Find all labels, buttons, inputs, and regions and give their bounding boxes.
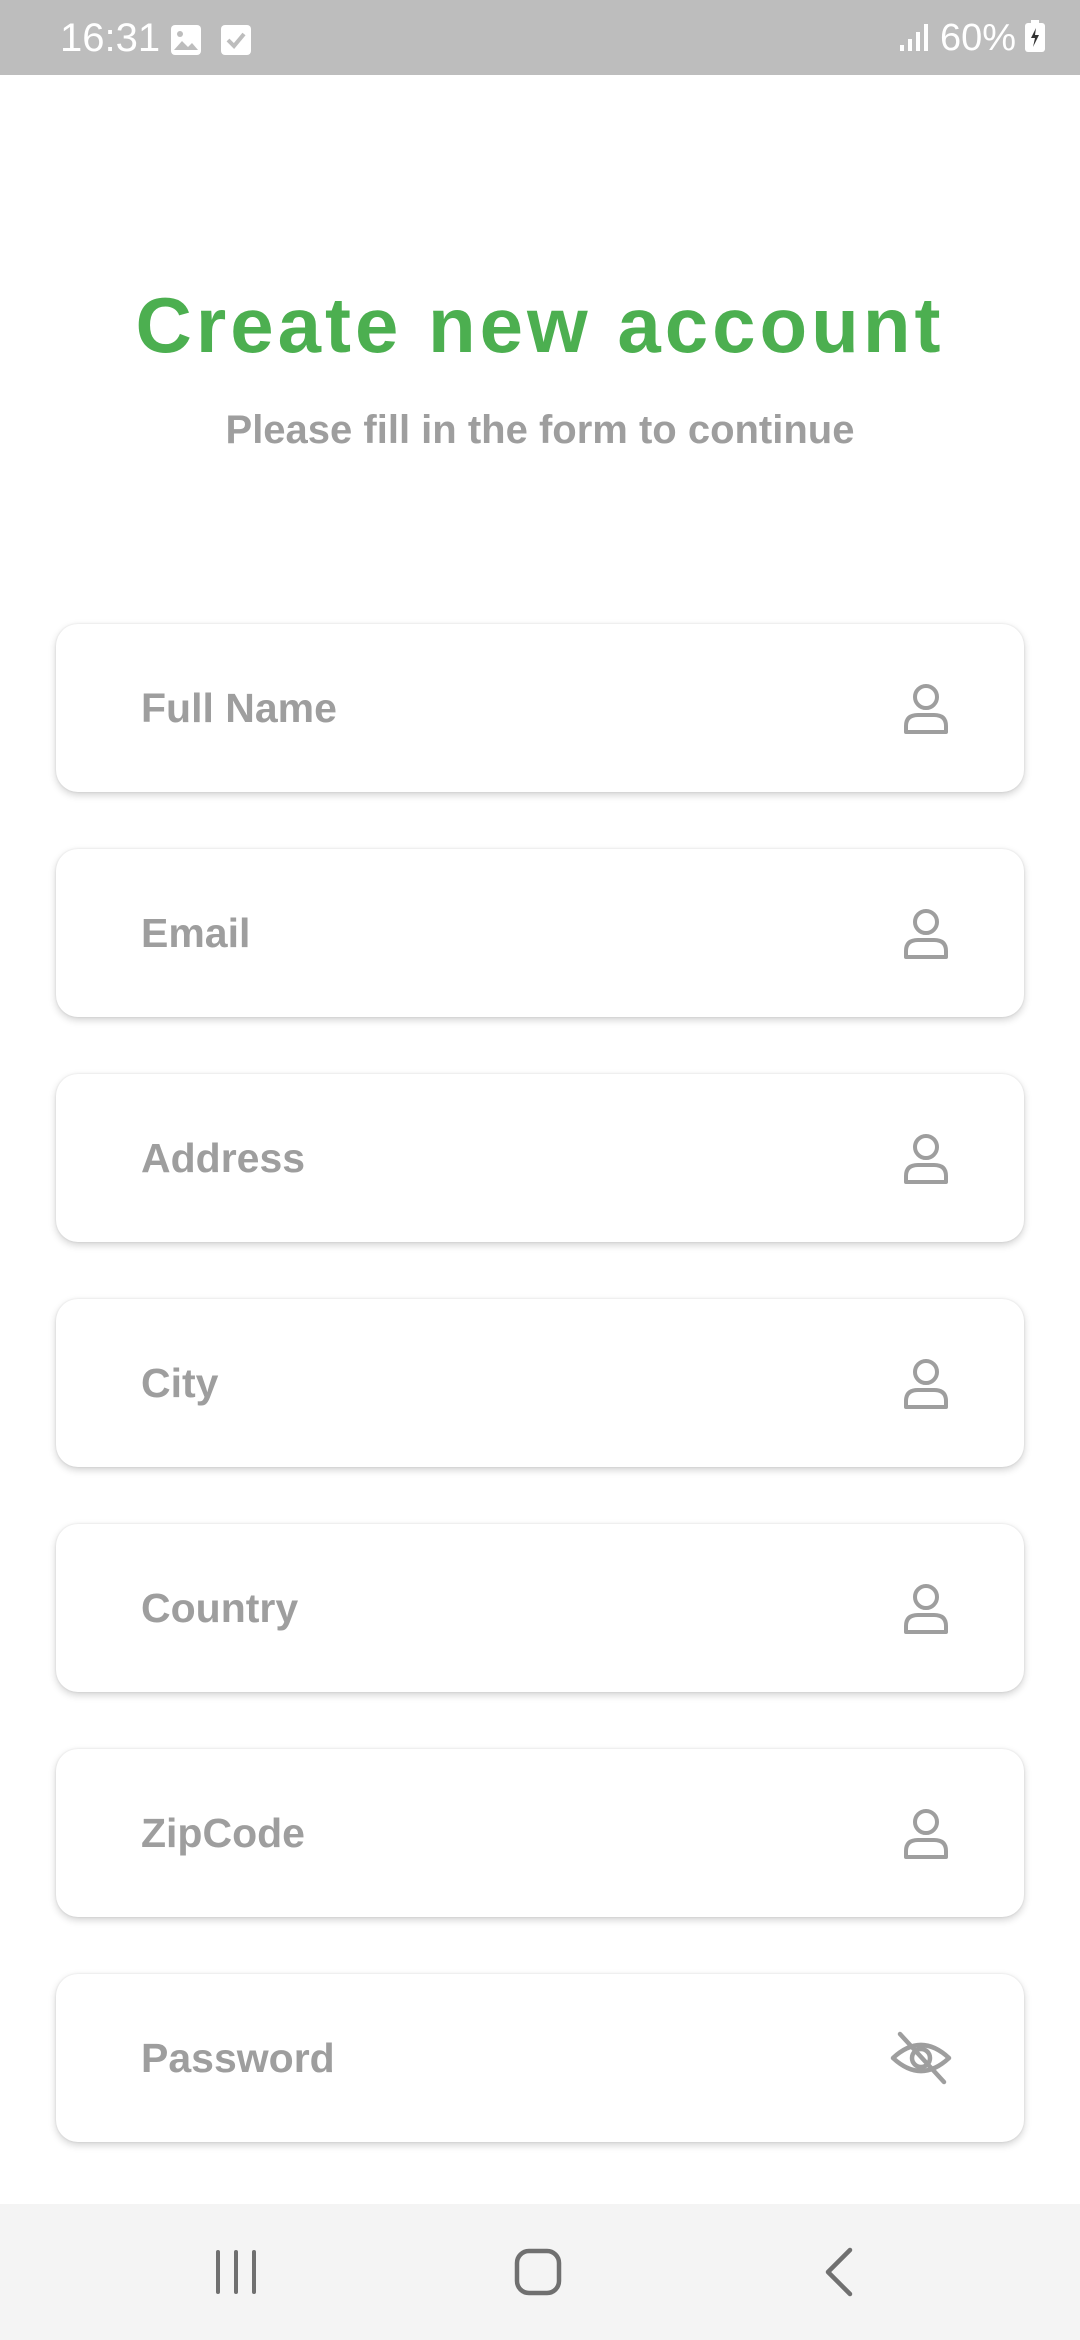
- battery-percentage: 60%: [939, 17, 1016, 59]
- status-notification-icons: [170, 24, 252, 56]
- eye-off-icon[interactable]: [888, 2028, 954, 2088]
- person-icon: [898, 1355, 954, 1411]
- zipcode-field[interactable]: [56, 1749, 1024, 1917]
- status-time: 16:31: [60, 16, 161, 60]
- city-field[interactable]: [56, 1299, 1024, 1467]
- person-icon: [898, 1805, 954, 1861]
- password-input[interactable]: [141, 2018, 861, 2098]
- battery-icon: [1024, 19, 1046, 58]
- email-input[interactable]: [141, 893, 861, 973]
- person-icon: [898, 1580, 954, 1636]
- address-field[interactable]: [56, 1074, 1024, 1242]
- check-box-icon: [220, 24, 252, 56]
- status-right: 60%: [898, 18, 1046, 58]
- country-field[interactable]: [56, 1524, 1024, 1692]
- country-input[interactable]: [141, 1568, 861, 1648]
- recent-apps-icon[interactable]: [206, 2242, 266, 2302]
- address-input[interactable]: [141, 1118, 861, 1198]
- person-icon: [898, 1130, 954, 1186]
- image-icon: [170, 24, 202, 56]
- person-icon: [898, 680, 954, 736]
- full-name-field[interactable]: [56, 624, 1024, 792]
- status-bar: 16:31 60%: [0, 0, 1080, 75]
- page-title: Create new account: [135, 281, 945, 369]
- home-icon[interactable]: [508, 2242, 568, 2302]
- full-name-input[interactable]: [141, 668, 861, 748]
- navigation-bar: [0, 2204, 1080, 2340]
- email-field[interactable]: [56, 849, 1024, 1017]
- back-icon[interactable]: [812, 2242, 872, 2302]
- person-icon: [898, 905, 954, 961]
- signal-icon: [898, 19, 932, 58]
- city-input[interactable]: [141, 1343, 861, 1423]
- password-field[interactable]: [56, 1974, 1024, 2142]
- zipcode-input[interactable]: [141, 1793, 861, 1873]
- page-subtitle: Please fill in the form to continue: [225, 408, 855, 452]
